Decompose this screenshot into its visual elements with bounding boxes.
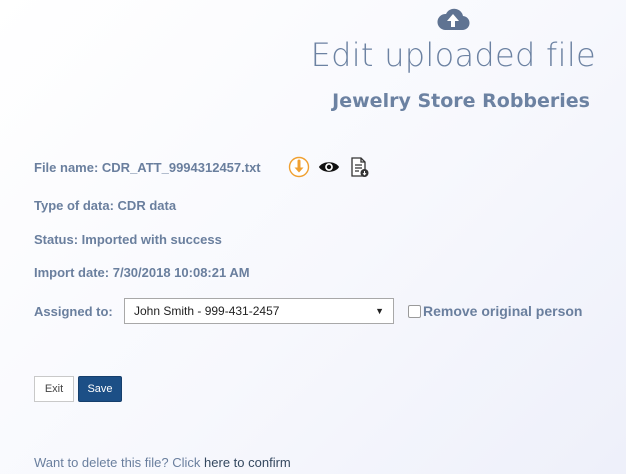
assigned-to-label: Assigned to: — [34, 304, 113, 319]
status-text: Status: Imported with success — [34, 232, 222, 247]
delete-confirm-link[interactable]: here to confirm — [204, 455, 291, 470]
file-info-icon[interactable] — [348, 156, 370, 178]
import-date-text: Import date: 7/30/2018 10:08:21 AM — [34, 265, 250, 280]
file-name-text: File name: CDR_ATT_9994312457.txt — [34, 160, 261, 175]
cloud-upload-icon — [436, 6, 470, 32]
type-of-data-text: Type of data: CDR data — [34, 198, 177, 213]
assigned-to-value: John Smith - 999-431-2457 — [134, 304, 280, 318]
exit-button[interactable]: Exit — [34, 376, 74, 402]
remove-original-checkbox[interactable] — [408, 304, 421, 318]
remove-original-label: Remove original person — [423, 303, 583, 319]
download-icon[interactable] — [288, 156, 310, 178]
delete-prompt-text: Want to delete this file? Click — [34, 455, 205, 470]
assigned-to-select[interactable]: John Smith - 999-431-2457 ▼ — [124, 298, 394, 324]
remove-original-person[interactable]: Remove original person — [408, 303, 582, 319]
save-button[interactable]: Save — [78, 376, 122, 402]
delete-prompt: Want to delete this file? Click here to … — [34, 455, 291, 470]
file-actions — [288, 156, 370, 178]
page-title: Edit uploaded file — [310, 36, 596, 74]
view-icon[interactable] — [318, 156, 340, 178]
case-title: Jewelry Store Robberies — [332, 90, 590, 112]
chevron-down-icon: ▼ — [375, 306, 384, 316]
